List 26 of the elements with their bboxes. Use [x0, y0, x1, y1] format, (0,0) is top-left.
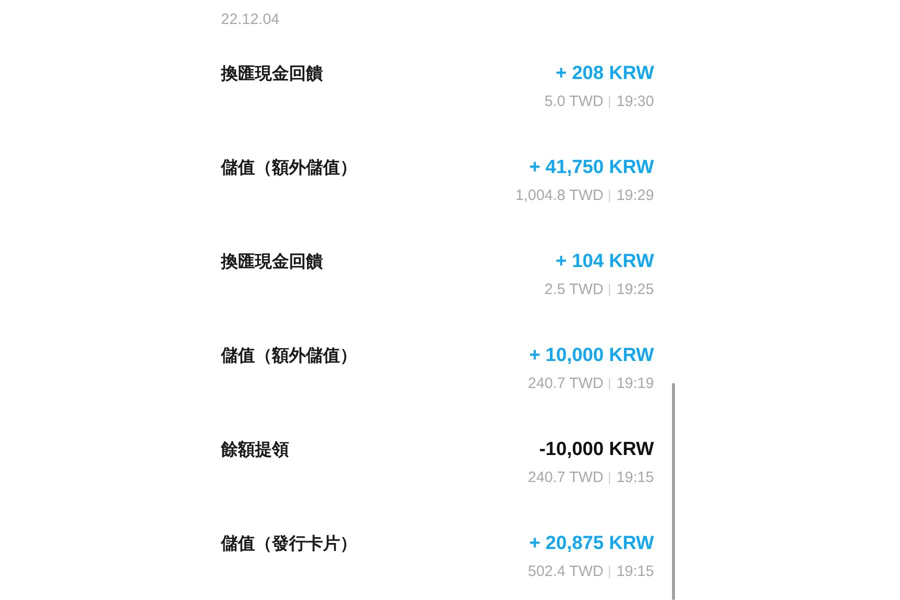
transaction-time: 19:29: [616, 186, 654, 206]
transaction-amount: -10,000 KRW: [539, 438, 654, 462]
twd-amount: 2.5 TWD: [544, 280, 604, 300]
transaction-title: 儲值（額外儲值）: [221, 345, 357, 367]
scrollbar[interactable]: [672, 383, 675, 600]
transaction-title: 換匯現金回饋: [221, 251, 323, 273]
transaction-amount: + 104 KRW: [556, 250, 654, 274]
twd-amount: 502.4 TWD: [528, 562, 604, 582]
transaction-time: 19:30: [616, 92, 654, 112]
transaction-amount: + 20,875 KRW: [529, 532, 654, 556]
twd-amount: 240.7 TWD: [528, 374, 604, 394]
transaction-amount: + 208 KRW: [556, 62, 654, 86]
transaction-time: 19:25: [616, 280, 654, 300]
twd-amount: 5.0 TWD: [544, 92, 604, 112]
date-label: 22.12.04: [221, 10, 280, 30]
twd-amount: 240.7 TWD: [528, 468, 604, 488]
twd-amount: 1,004.8 TWD: [515, 186, 604, 206]
transaction-time: 19:15: [616, 468, 654, 488]
transaction-title: 儲值（發行卡片）: [221, 533, 357, 555]
transaction-title: 儲值（額外儲值）: [221, 157, 357, 179]
transaction-time: 19:19: [616, 374, 654, 394]
transaction-title: 換匯現金回饋: [221, 63, 323, 85]
transaction-amount: + 10,000 KRW: [529, 344, 654, 368]
transaction-time: 19:15: [616, 562, 654, 582]
transaction-title: 餘額提領: [221, 439, 289, 461]
transaction-amount: + 41,750 KRW: [529, 156, 654, 180]
